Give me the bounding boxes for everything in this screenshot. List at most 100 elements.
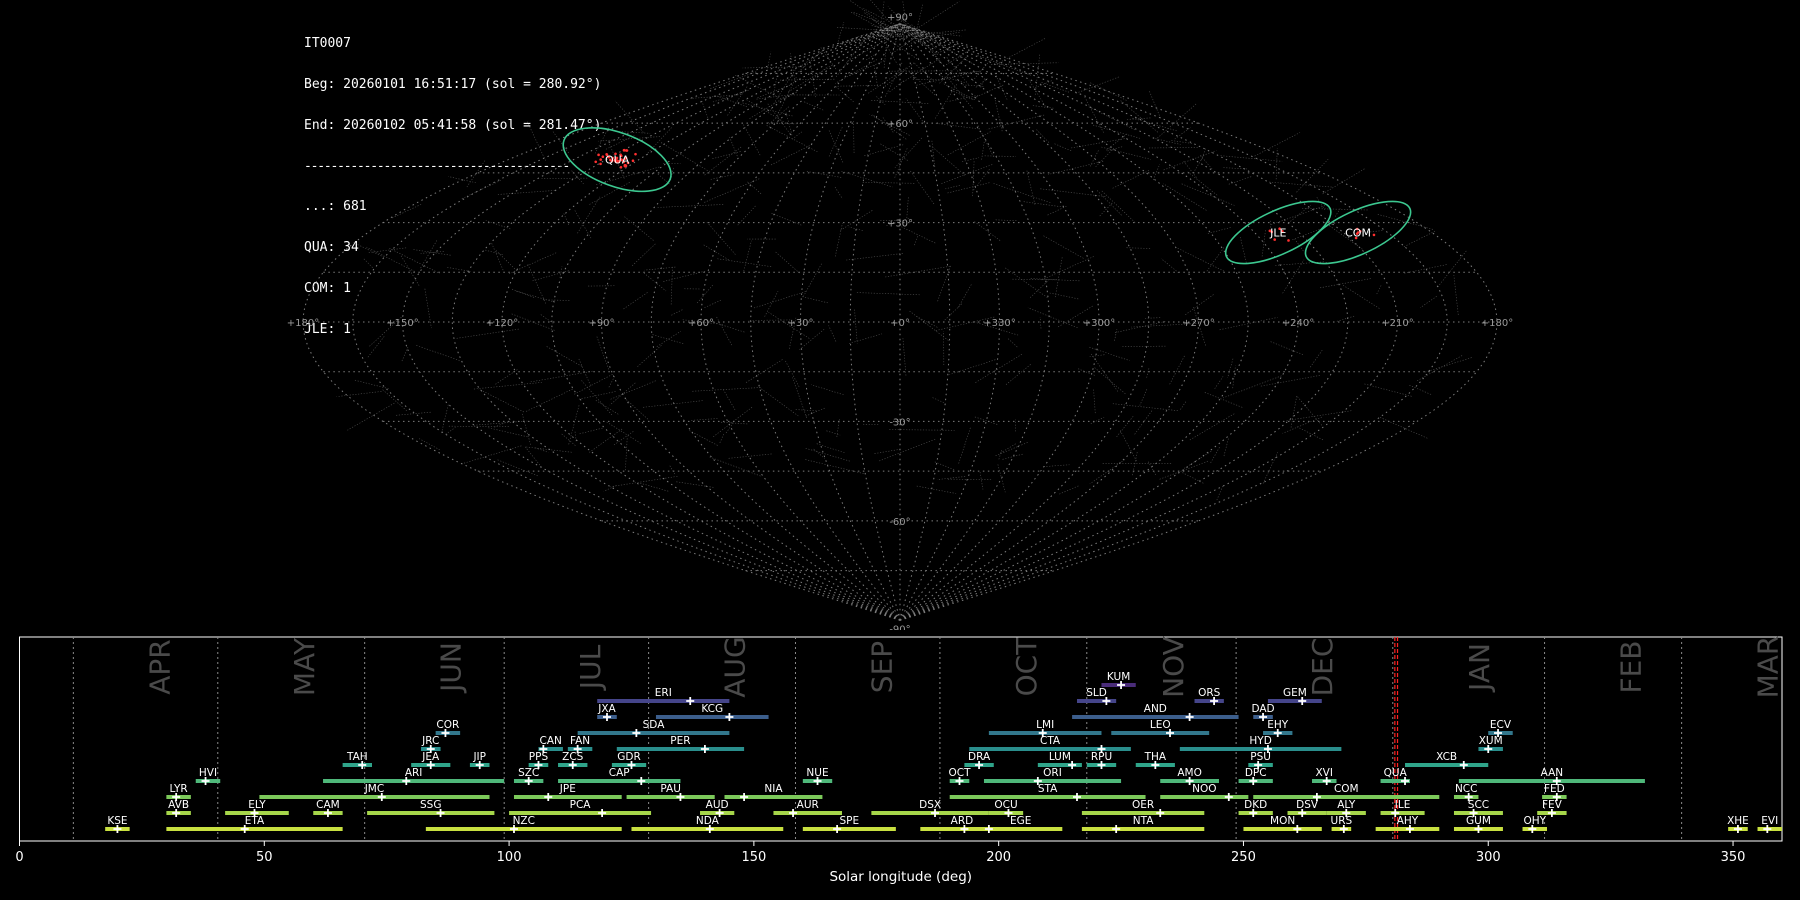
month-label: SEP [865, 641, 898, 693]
meteor-trail [1105, 133, 1128, 151]
meteor-trail [894, 137, 923, 168]
lon-label: +180° [287, 318, 319, 329]
meteor-trail [1088, 106, 1135, 131]
shower-label: GDR [617, 751, 641, 763]
meteor-trail [563, 213, 570, 227]
meteor-trail [854, 309, 858, 344]
meteor-trail [643, 272, 667, 292]
shower-label: PCA [570, 799, 592, 811]
meteor-trail [916, 485, 957, 494]
meteor-trail [826, 430, 841, 436]
meteor-trail [889, 429, 955, 431]
meteor-trail [1054, 143, 1072, 152]
meteor-trail [787, 64, 833, 93]
shower-label: GEM [1283, 687, 1307, 699]
meteor-trail [1101, 146, 1151, 160]
meteor-trail [461, 445, 522, 465]
shower-bar [1380, 811, 1425, 815]
shower-bar [367, 811, 495, 815]
meteor-trail [690, 418, 718, 421]
shower-xhe: XHE [1727, 815, 1749, 833]
shower-rpu: RPU [1086, 751, 1117, 769]
shower-label: TAH [346, 751, 368, 763]
meteor-trail [892, 30, 915, 52]
shower-label: PAU [660, 783, 681, 795]
shower-label: ILE [1395, 799, 1411, 811]
meteor-trail [976, 54, 1032, 76]
meteor-trail [935, 123, 981, 130]
meteor-trail [773, 67, 780, 94]
radiant-label: QUA [605, 154, 630, 167]
meteor-trail [1092, 124, 1142, 139]
shower-ecv: ECV [1488, 719, 1513, 737]
meteor-trail [1183, 451, 1212, 469]
meteor-trail [354, 242, 385, 258]
meteor-trail [1120, 100, 1159, 134]
meteor-trail [880, 1, 885, 31]
meteor-trail [930, 31, 960, 38]
shower-label: KUM [1107, 671, 1130, 683]
meteor-trail [624, 397, 649, 420]
meteor-trail [943, 303, 963, 322]
shower-label: LEO [1150, 719, 1171, 731]
meteor-trail [400, 255, 420, 287]
shower-label: PPS [529, 751, 549, 763]
lon-label: +240° [1282, 318, 1314, 329]
shower-bar [1267, 699, 1322, 703]
meteor-trail [993, 183, 1052, 204]
meteor-trail [994, 99, 1003, 132]
meteor-trail [625, 436, 628, 471]
meteor-trail [868, 66, 908, 94]
meteor-trail [636, 345, 662, 368]
meteor-trail [545, 345, 582, 367]
meteor-trail [703, 300, 722, 309]
shower-fed: FED [1542, 783, 1567, 801]
meteor-trail [947, 131, 991, 156]
shower-label: NOO [1192, 783, 1216, 795]
shower-label: LYR [170, 783, 188, 795]
shower-fan: FAN [567, 735, 593, 753]
meteor-trail [1453, 275, 1459, 316]
meteor-trail [1260, 374, 1321, 387]
meteor-trail [799, 329, 825, 350]
meteor-trail [395, 411, 431, 416]
meteor-trail [578, 358, 591, 386]
meteor-trail [996, 37, 1046, 65]
shower-label: KSE [107, 815, 127, 827]
lat-label: +30° [887, 219, 913, 230]
meteor-trail [420, 251, 444, 254]
x-tick-label: 350 [1721, 850, 1746, 865]
shower-pps: PPS [528, 751, 549, 769]
lon-label: +150° [386, 318, 418, 329]
shower-label: COR [436, 719, 459, 731]
meteor-trail [947, 182, 991, 194]
meteor-trail [1007, 338, 1018, 348]
meteor-trail [725, 421, 735, 434]
shower-bar [1179, 747, 1342, 751]
meteor-trail [624, 216, 654, 241]
meteor-trail [994, 72, 1008, 100]
shower-label: CAM [316, 799, 340, 811]
meteor-trail [994, 442, 1028, 457]
meteor-trail [1106, 146, 1123, 152]
shower-label: DAD [1251, 703, 1274, 715]
shower-label: PER [670, 735, 690, 747]
lat-label: -60° [889, 517, 910, 528]
meteor-trail [979, 471, 984, 490]
meteor-trail [1262, 452, 1279, 484]
meteor-trail [885, 265, 952, 278]
meteor-trail [696, 284, 714, 304]
lon-label: +120° [486, 318, 518, 329]
shower-label: DSV [1296, 799, 1319, 811]
meteor-trail [1159, 460, 1209, 480]
shower-lyr: LYR [166, 783, 191, 801]
shower-label: ZCS [562, 751, 584, 763]
meteor-trail [551, 130, 569, 154]
shower-bar [871, 811, 989, 815]
shower-label: XUM [1479, 735, 1503, 747]
meteor-trail [704, 178, 760, 203]
meteor-trail [1261, 229, 1266, 257]
meteor-trail [828, 129, 844, 163]
meteor-trail [1180, 400, 1187, 410]
meteor-trail [810, 62, 817, 99]
